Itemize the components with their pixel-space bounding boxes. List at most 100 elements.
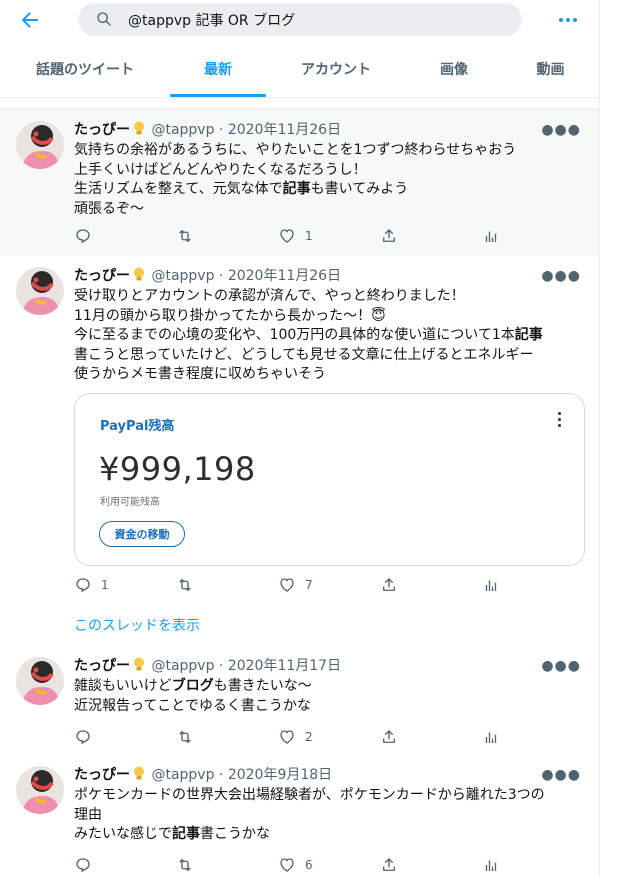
tweet[interactable]: たっぴー @tappvp · 2020年11月26日 ●●● 気持ちの余裕がある… xyxy=(0,109,599,257)
tweet-line: 雑談もいいけどブログも書きたいな〜 xyxy=(74,678,312,694)
retweet-button[interactable] xyxy=(176,226,203,246)
timestamp[interactable]: 2020年11月26日 xyxy=(228,122,341,138)
search-icon xyxy=(97,12,111,26)
analytics-icon xyxy=(485,231,497,242)
analytics-button[interactable] xyxy=(482,727,500,747)
tab-latest[interactable]: 最新 xyxy=(170,40,266,97)
timestamp[interactable]: 2020年11月17日 xyxy=(228,658,341,674)
heart-icon xyxy=(280,578,294,592)
retweet-button[interactable] xyxy=(176,575,203,595)
tab-photos[interactable]: 画像 xyxy=(406,40,502,97)
transfer-funds-button: 資金の移動 xyxy=(99,521,185,547)
avatar[interactable] xyxy=(16,766,64,814)
avatar[interactable] xyxy=(16,121,64,169)
handle[interactable]: @tappvp xyxy=(151,767,214,783)
tweet[interactable]: たっぴー @tappvp · 2020年9月18日 ●●● ポケモンカードの世界… xyxy=(0,756,599,877)
kebab-menu-icon xyxy=(558,412,562,430)
timeline-column: @tappvp 記事 OR ブログ 話題のツイート 最新 アカウント 画像 動画… xyxy=(0,0,600,877)
tweet-header: たっぴー @tappvp · 2020年11月26日 xyxy=(74,121,341,139)
like-button[interactable]: 2 xyxy=(278,727,313,747)
search-box[interactable]: @tappvp 記事 OR ブログ xyxy=(78,3,522,36)
reply-button[interactable]: 1 xyxy=(74,575,109,595)
display-name[interactable]: たっぴー xyxy=(74,658,130,674)
share-button[interactable] xyxy=(380,855,398,875)
reply-button[interactable] xyxy=(74,855,101,875)
keyword-highlight: 記事 xyxy=(282,181,311,197)
tweet-more-icon[interactable]: ●●● xyxy=(541,659,581,673)
top-bar: @tappvp 記事 OR ブログ xyxy=(0,0,599,40)
avatar[interactable] xyxy=(16,657,64,705)
search-tabs: 話題のツイート 最新 アカウント 画像 動画 xyxy=(0,40,599,98)
lightbulb-icon xyxy=(134,657,144,671)
tweet-header: たっぴー @tappvp · 2020年9月18日 xyxy=(74,766,332,784)
share-button[interactable] xyxy=(380,226,398,246)
balance-sublabel: 利用可能残高 xyxy=(100,497,160,508)
tweet-line: 使うからメモ書き程度に収めちゃいそう xyxy=(74,366,326,382)
separator: · xyxy=(218,122,224,138)
separator: · xyxy=(218,767,224,783)
feed-top-divider xyxy=(0,98,599,109)
tweet-text: ポケモンカードの世界大会出場経験者が、ポケモンカードから離れた3つの 理由 みた… xyxy=(74,786,584,845)
tweet-line: 頑張るぞ〜 xyxy=(74,200,144,217)
tweet-line: ポケモンカードの世界大会出場経験者が、ポケモンカードから離れた3つの xyxy=(74,787,545,803)
tweet-line: 11月の頭から取り掛かってたから長かった〜！😇 xyxy=(74,307,386,324)
show-thread-link[interactable]: このスレッドを表示 xyxy=(74,615,200,635)
tweet-more-icon[interactable]: ●●● xyxy=(541,123,581,137)
search-input[interactable]: @tappvp 記事 OR ブログ xyxy=(128,10,295,30)
tweet-image-paypal-card[interactable]: PayPal残高 ¥999,198 利用可能残高 資金の移動 xyxy=(74,393,585,566)
tab-videos[interactable]: 動画 xyxy=(502,40,599,97)
analytics-icon xyxy=(485,580,497,591)
display-name[interactable]: たっぴー xyxy=(74,767,130,783)
heart-icon xyxy=(280,730,294,744)
handle[interactable]: @tappvp xyxy=(151,268,214,284)
retweet-icon xyxy=(179,730,191,744)
share-button[interactable] xyxy=(380,575,398,595)
share-icon xyxy=(383,578,395,591)
analytics-button[interactable] xyxy=(482,575,500,595)
back-arrow-icon[interactable] xyxy=(18,8,42,32)
tweet-text: 雑談もいいけどブログも書きたいな〜 近況報告ってことでゆるく書こうかな xyxy=(74,677,584,716)
reply-button[interactable] xyxy=(74,226,101,246)
like-button[interactable]: 6 xyxy=(278,855,313,875)
separator: · xyxy=(218,658,224,674)
tweet-more-icon[interactable]: ●●● xyxy=(541,269,581,283)
retweet-button[interactable] xyxy=(176,727,203,747)
active-tab-indicator xyxy=(170,94,266,97)
handle[interactable]: @tappvp xyxy=(151,658,214,674)
tweet-header: たっぴー @tappvp · 2020年11月26日 xyxy=(74,267,341,285)
lightbulb-icon xyxy=(134,267,144,281)
tab-top[interactable]: 話題のツイート xyxy=(0,40,170,97)
like-count: 1 xyxy=(305,229,313,243)
like-button[interactable]: 1 xyxy=(278,226,313,246)
tweet-text: 気持ちの余裕があるうちに、やりたいことを1つずつ終わらせちゃおう 上手くいけばど… xyxy=(74,141,584,219)
reply-icon xyxy=(76,578,90,593)
keyword-highlight: ブログ xyxy=(171,678,214,694)
tweet[interactable]: たっぴー @tappvp · 2020年11月17日 ●●● 雑談もいいけどブロ… xyxy=(0,646,599,757)
analytics-button[interactable] xyxy=(482,855,500,875)
more-options-icon[interactable] xyxy=(556,8,580,32)
lightbulb-icon xyxy=(134,766,144,780)
heart-icon xyxy=(280,858,294,872)
tweet-text: 受け取りとアカウントの承認が済んで、やっと終わりました！ 11月の頭から取り掛か… xyxy=(74,287,584,385)
like-count: 6 xyxy=(305,858,313,872)
analytics-icon xyxy=(485,732,497,743)
tab-people[interactable]: アカウント xyxy=(266,40,406,97)
analytics-button[interactable] xyxy=(482,226,500,246)
handle[interactable]: @tappvp xyxy=(151,122,214,138)
keyword-highlight: 記事 xyxy=(172,826,200,842)
retweet-button[interactable] xyxy=(176,855,203,875)
avatar[interactable] xyxy=(16,267,64,315)
tweet-actions: 6 xyxy=(74,855,524,875)
timestamp[interactable]: 2020年9月18日 xyxy=(228,767,332,783)
tweet-line: 近況報告ってことでゆるく書こうかな xyxy=(74,697,311,714)
display-name[interactable]: たっぴー xyxy=(74,122,130,138)
tweet-actions: 2 xyxy=(74,727,524,747)
reply-button[interactable] xyxy=(74,727,101,747)
share-button[interactable] xyxy=(380,727,398,747)
tweet-more-icon[interactable]: ●●● xyxy=(541,768,581,782)
display-name[interactable]: たっぴー xyxy=(74,268,130,284)
like-button[interactable]: 7 xyxy=(278,575,313,595)
tweet-line: 上手くいけばどんどんやりたくなるだろうし！ xyxy=(74,161,367,178)
tweet-line: 受け取りとアカウントの承認が済んで、やっと終わりました！ xyxy=(74,288,465,304)
timestamp[interactable]: 2020年11月26日 xyxy=(228,268,341,284)
